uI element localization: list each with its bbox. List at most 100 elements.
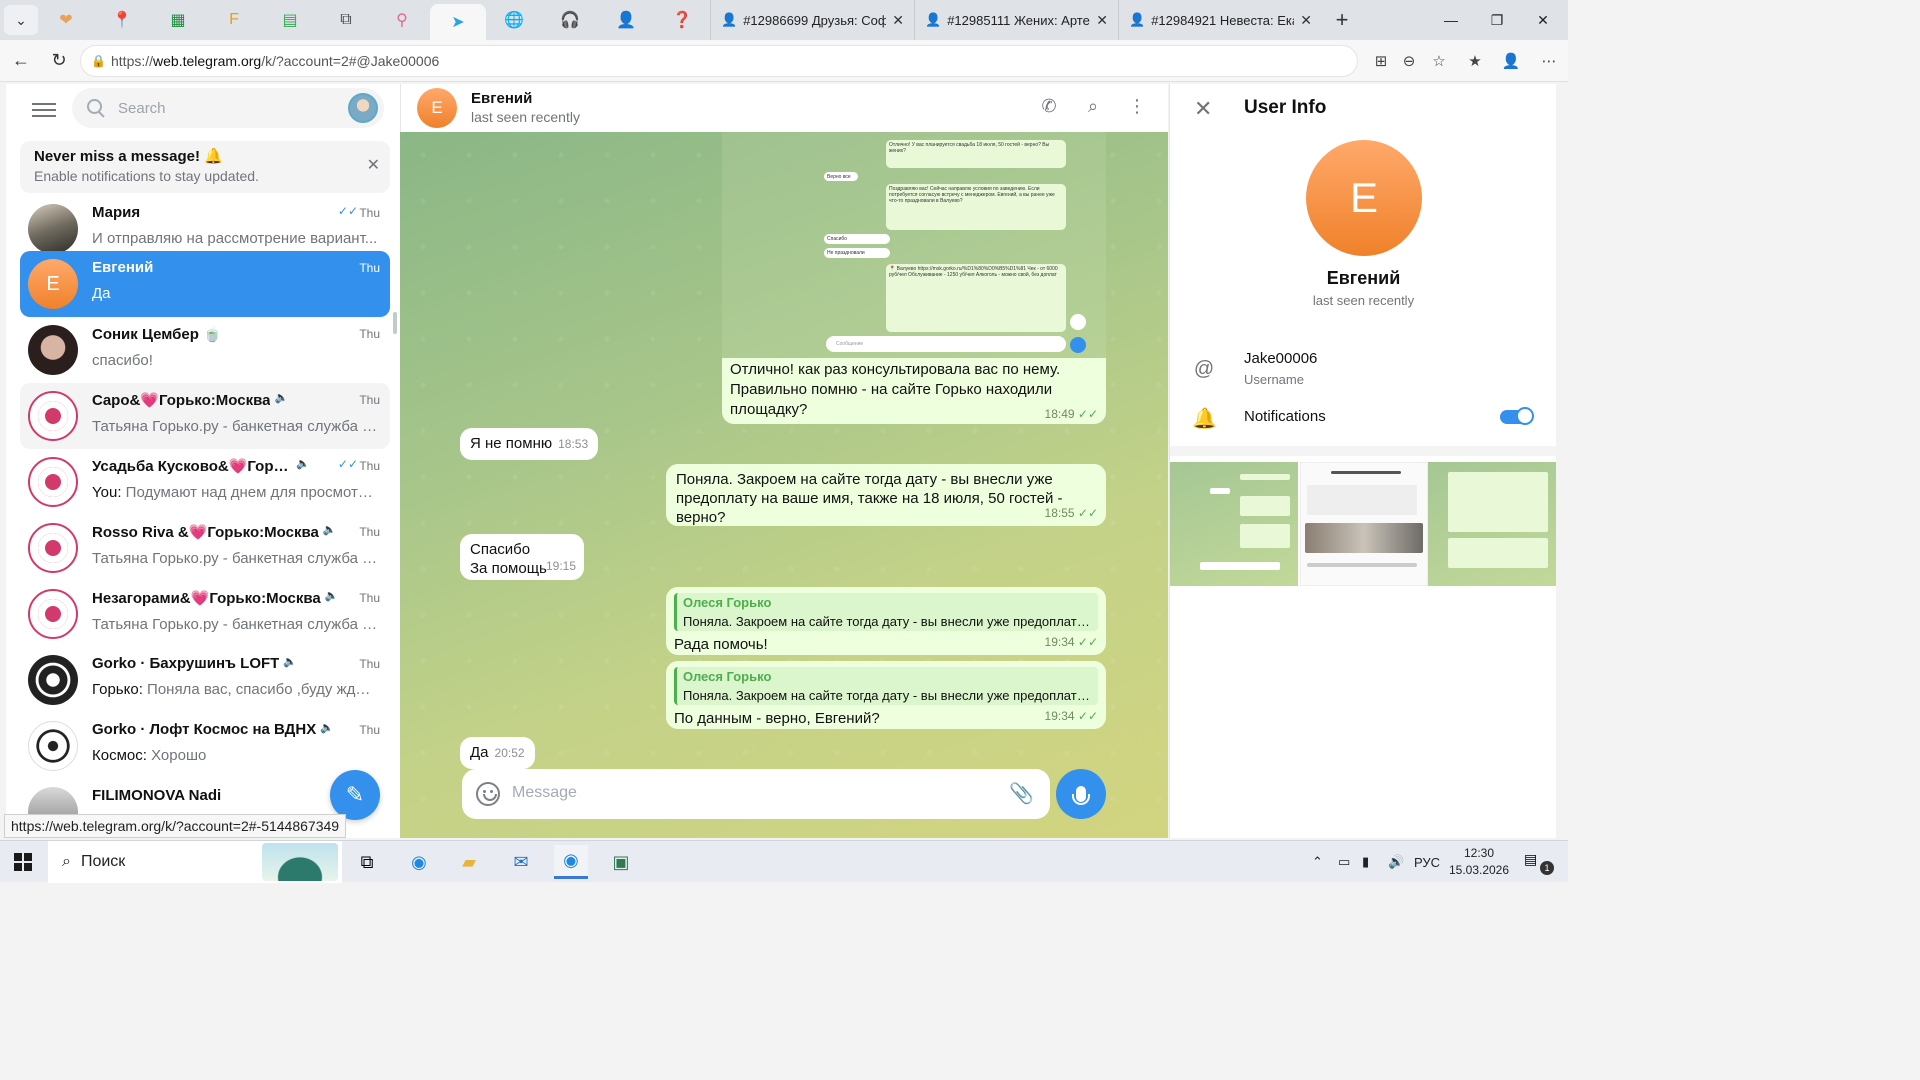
favorites-icon[interactable]: ★ bbox=[1460, 40, 1490, 82]
username-value[interactable]: Jake00006 bbox=[1244, 350, 1317, 367]
avatar[interactable]: E bbox=[417, 88, 457, 128]
list-item[interactable]: Соник Цембер 🍵 Thu спасибо! bbox=[20, 317, 390, 383]
tab-ticket-3[interactable]: 👤 #12984921 Невеста: Екатер ✕ bbox=[1118, 0, 1322, 40]
screenshot-image[interactable]: Отлично! У вас планируется свадьба 18 ию… bbox=[722, 132, 1106, 358]
message-bubble-out[interactable]: Олеся Горько Поняла. Закроем на сайте то… bbox=[666, 661, 1106, 729]
media-thumbnail[interactable] bbox=[1428, 462, 1556, 586]
minimize-icon[interactable]: — bbox=[1426, 0, 1476, 40]
voice-record-button[interactable] bbox=[1056, 769, 1106, 819]
close-icon[interactable]: ✕ bbox=[1194, 96, 1212, 122]
mini-bubble: Поздравляю вас! Сейчас направлю условия … bbox=[886, 184, 1066, 230]
edge-active-icon[interactable]: ◉ bbox=[554, 845, 588, 879]
tab-help-icon[interactable]: ❓ bbox=[654, 0, 710, 40]
lock-icon[interactable]: 🔒 bbox=[91, 54, 111, 68]
profile-name: Евгений bbox=[1326, 268, 1401, 288]
message-bubble-out[interactable]: Олеся Горько Поняла. Закроем на сайте то… bbox=[666, 587, 1106, 655]
phone-icon[interactable]: ✆ bbox=[1037, 96, 1061, 120]
list-item[interactable]: Незагорами&💗Горько:Москва 🔈 Thu Татьяна Г… bbox=[20, 581, 390, 647]
app-grid-icon[interactable]: ⊞ bbox=[1366, 40, 1396, 82]
message-input[interactable]: Message 📎 bbox=[462, 769, 1050, 819]
mini-bubble: Отлично! У вас планируется свадьба 18 ию… bbox=[886, 140, 1066, 168]
image-message[interactable]: Отлично! У вас планируется свадьба 18 ию… bbox=[722, 132, 1106, 424]
tab-actions-chevron-down-icon[interactable]: ⌄ bbox=[4, 5, 38, 35]
status-bar-url: https://web.telegram.org/k/?account=2#-5… bbox=[4, 814, 347, 838]
chat-title[interactable]: Евгений bbox=[471, 90, 532, 107]
profile-avatar[interactable]: E bbox=[1306, 140, 1422, 256]
tab-map-pin-icon[interactable]: 📍 bbox=[94, 0, 150, 40]
notification-banner[interactable]: Never miss a message! 🔔 Enable notificat… bbox=[20, 141, 390, 193]
hamburger-menu-icon[interactable] bbox=[32, 99, 56, 119]
chat-header[interactable]: E Евгений last seen recently ✆ ⌕ ⋮ bbox=[400, 84, 1168, 132]
search-icon[interactable]: ⌕ bbox=[1081, 96, 1105, 120]
search-input[interactable]: Search bbox=[72, 88, 384, 128]
list-item[interactable]: E Евгений Thu Да bbox=[20, 251, 390, 317]
mail-icon[interactable]: ✉ bbox=[504, 845, 538, 879]
more-menu-icon[interactable]: ⋯ bbox=[1534, 40, 1564, 82]
back-arrow-icon[interactable]: ← bbox=[2, 50, 40, 71]
tray-device-icon[interactable]: ▭ bbox=[1338, 841, 1350, 883]
tab-pin-icon[interactable]: ⚲ bbox=[374, 0, 430, 40]
notifications-label: Notifications bbox=[1244, 408, 1326, 425]
account-avatar[interactable] bbox=[348, 93, 378, 123]
tab-person-icon[interactable]: 👤 bbox=[598, 0, 654, 40]
tab-close-icon[interactable]: ✕ bbox=[1300, 12, 1312, 29]
message-bubble-out[interactable]: Поняла. Закроем на сайте тогда дату - вы… bbox=[666, 464, 1106, 526]
list-item[interactable]: Gorko · Лофт Космос на ВДНХ 🔈 Thu Космос:… bbox=[20, 713, 390, 779]
list-item[interactable]: Усадьба Кусково&💗Горько: Св... 🔈 ✓✓ Thu Y… bbox=[20, 449, 390, 515]
task-view-icon[interactable]: ⧉ bbox=[350, 845, 384, 879]
file-explorer-icon[interactable]: ▰ bbox=[452, 845, 486, 879]
avatar bbox=[28, 457, 78, 507]
list-item[interactable]: Capo&💗Горько:Москва 🔈 Thu Татьяна Горько.… bbox=[20, 383, 390, 449]
media-thumbnail[interactable] bbox=[1170, 462, 1298, 586]
tab-telegram-icon[interactable]: ➤ bbox=[430, 4, 486, 40]
url-field[interactable]: 🔒 https://web.telegram.org/k/?account=2#… bbox=[80, 45, 1358, 77]
list-item[interactable]: Gorko · Бахрушинъ LOFT 🔈 Thu Горько: Поня… bbox=[20, 647, 390, 713]
tab-ticket-2[interactable]: 👤 #12985111 Жених: Артем ✕ bbox=[914, 0, 1118, 40]
language-indicator[interactable]: РУС bbox=[1414, 841, 1440, 883]
tab-sheets-plus-icon[interactable]: ▤ bbox=[262, 0, 318, 40]
compose-pencil-icon[interactable]: ✎ bbox=[330, 770, 380, 820]
close-icon[interactable]: ✕ bbox=[367, 155, 380, 175]
tab-headphones-icon[interactable]: 🎧 bbox=[542, 0, 598, 40]
windows-start-icon[interactable] bbox=[14, 853, 32, 871]
reply-quote[interactable]: Олеся Горько Поняла. Закроем на сайте то… bbox=[674, 667, 1098, 705]
chat-time: Thu bbox=[359, 591, 380, 605]
tray-chevron-up-icon[interactable]: ⌃ bbox=[1312, 841, 1323, 883]
tab-close-icon[interactable]: ✕ bbox=[1096, 12, 1108, 29]
reply-quote[interactable]: Олеся Горько Поняла. Закроем на сайте то… bbox=[674, 593, 1098, 631]
maximize-icon[interactable]: ❐ bbox=[1472, 0, 1522, 40]
message-bubble-in[interactable]: Я не помню 18:53 bbox=[460, 428, 599, 460]
tab-globe-icon[interactable]: 🌐 bbox=[486, 0, 542, 40]
edge-icon[interactable]: ◉ bbox=[402, 845, 436, 879]
scrollbar[interactable] bbox=[393, 312, 397, 334]
star-icon[interactable]: ☆ bbox=[1424, 40, 1454, 82]
battery-icon[interactable]: ▮ bbox=[1362, 841, 1369, 883]
avatar bbox=[28, 204, 78, 254]
app-window-icon[interactable]: ▣ bbox=[604, 845, 638, 879]
message-bubble-in[interactable]: Спасибо За помощь 19:15 bbox=[460, 534, 584, 580]
emoji-smile-icon[interactable] bbox=[476, 782, 500, 806]
paperclip-attach-icon[interactable]: 📎 bbox=[1009, 781, 1034, 806]
tab-puzzle-icon[interactable]: ⧉ bbox=[318, 0, 374, 40]
zoom-out-icon[interactable]: ⊖ bbox=[1394, 40, 1424, 82]
tab-sheets-icon[interactable]: ▦ bbox=[150, 0, 206, 40]
message-time: 19:34 ✓✓ bbox=[1044, 635, 1098, 649]
message-bubble-in[interactable]: Да 20:52 bbox=[460, 737, 535, 769]
volume-icon[interactable]: 🔊 bbox=[1388, 841, 1404, 883]
tab-doc-f-icon[interactable]: F bbox=[206, 0, 262, 40]
reload-icon[interactable]: ↻ bbox=[40, 50, 78, 71]
tab-close-icon[interactable]: ✕ bbox=[892, 12, 904, 29]
reply-text: Поняла. Закроем на сайте тогда дату - вы… bbox=[683, 614, 1093, 629]
close-window-icon[interactable]: ✕ bbox=[1518, 0, 1568, 40]
more-vertical-icon[interactable]: ⋮ bbox=[1125, 96, 1149, 120]
message-text: Отлично! как раз консультировала вас по … bbox=[730, 361, 1061, 418]
clock[interactable]: 12:30 15.03.2026 bbox=[1444, 845, 1514, 879]
tab-ticket-1[interactable]: 👤 #12986699 Друзья: Софья ✕ bbox=[710, 0, 914, 40]
list-item[interactable]: Rosso Riva &💗Горько:Москва 🔈 Thu Татьяна … bbox=[20, 515, 390, 581]
taskbar-search[interactable]: ⌕ Поиск bbox=[48, 841, 342, 883]
new-tab-plus-icon[interactable]: + bbox=[1322, 7, 1362, 33]
media-thumbnail[interactable] bbox=[1300, 462, 1428, 586]
profile-avatar-icon[interactable]: 👤 bbox=[1496, 40, 1526, 82]
tab-heart-icon[interactable]: ❤ bbox=[38, 0, 94, 40]
notifications-toggle[interactable] bbox=[1500, 407, 1534, 425]
